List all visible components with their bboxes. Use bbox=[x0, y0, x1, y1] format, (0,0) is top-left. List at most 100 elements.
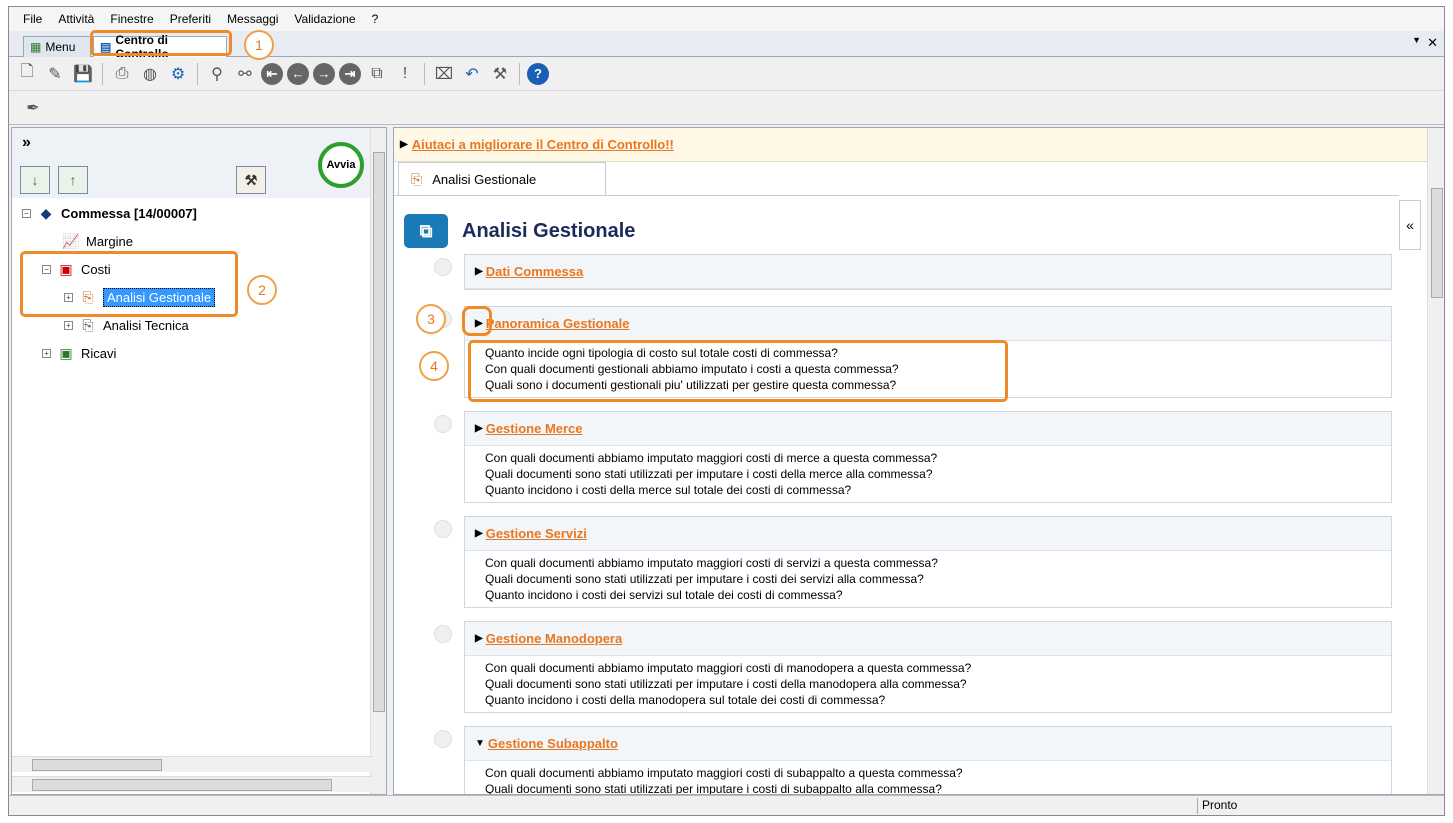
highlight-expand-arrow bbox=[462, 306, 492, 336]
avvia-button[interactable]: Avvia bbox=[318, 142, 364, 188]
callout-3: 3 bbox=[416, 304, 446, 334]
section-header[interactable]: ▶ Panoramica Gestionale bbox=[465, 307, 1391, 341]
tab-analisi-gestionale[interactable]: ⎘ Analisi Gestionale bbox=[398, 162, 606, 196]
scrollbar-thumb[interactable] bbox=[373, 152, 385, 712]
tab-menu[interactable]: ▦ Menu bbox=[23, 36, 91, 57]
menu-help[interactable]: ? bbox=[364, 12, 387, 26]
analysis-report-icon: ⎘ bbox=[411, 171, 423, 187]
tree-node-analisi-tecnica[interactable]: + ⎘ Analisi Tecnica bbox=[64, 314, 189, 336]
alert-icon[interactable]: ! bbox=[393, 62, 417, 86]
section-header[interactable]: ▶ Dati Commessa bbox=[465, 255, 1391, 289]
pen-tool-icon[interactable]: ✒ bbox=[21, 96, 45, 120]
menu-preferiti[interactable]: Preferiti bbox=[162, 12, 219, 26]
navigation-vertical-scrollbar[interactable] bbox=[370, 128, 386, 794]
content-panel: ▶ Aiutaci a migliorare il Centro di Cont… bbox=[393, 127, 1444, 795]
page-title: Analisi Gestionale bbox=[462, 219, 636, 242]
collapse-panel-button[interactable]: « bbox=[1399, 200, 1421, 250]
feedback-link[interactable]: Aiutaci a migliorare il Centro di Contro… bbox=[412, 137, 674, 152]
highlight-costi-nodes bbox=[20, 251, 238, 317]
highlight-centro-di-controllo bbox=[90, 30, 232, 56]
expand-arrow-icon: ▶ bbox=[475, 528, 483, 539]
copy-icon[interactable]: ⧉ bbox=[365, 62, 389, 86]
section-gestione-subappalto: ▼ Gestione Subappalto Con quali document… bbox=[464, 726, 1392, 795]
section-gestione-servizi: ▶ Gestione Servizi Con quali documenti a… bbox=[464, 516, 1392, 608]
section-link[interactable]: Panoramica Gestionale bbox=[486, 316, 630, 331]
navigation-horizontal-scrollbar[interactable] bbox=[12, 756, 372, 772]
toolbar-separator bbox=[197, 62, 198, 85]
section-bullet-icon bbox=[434, 520, 452, 538]
save-icon[interactable]: 💾 bbox=[71, 62, 95, 86]
question-line: Quali documenti sono stati utilizzati pe… bbox=[485, 782, 942, 795]
section-link[interactable]: Gestione Servizi bbox=[486, 526, 587, 541]
globe-icon[interactable]: ◍ bbox=[138, 62, 162, 86]
collapse-chevron-icon[interactable]: » bbox=[22, 134, 31, 152]
margin-chart-icon: 📈 bbox=[62, 232, 80, 249]
scrollbar-thumb[interactable] bbox=[32, 779, 332, 791]
expand-node-icon[interactable]: + bbox=[64, 320, 73, 330]
print-icon[interactable]: ⎙ bbox=[110, 62, 134, 86]
delete-icon[interactable]: ⌧ bbox=[432, 62, 456, 86]
section-header[interactable]: ▼ Gestione Subappalto bbox=[465, 727, 1391, 761]
first-record-icon[interactable]: ⇤ bbox=[261, 62, 283, 85]
section-questions: Con quali documenti abbiamo imputato mag… bbox=[465, 656, 1391, 712]
scrollbar-thumb[interactable] bbox=[32, 759, 162, 771]
menu-validazione[interactable]: Validazione bbox=[286, 12, 363, 26]
analisi-tecnica-label: Analisi Tecnica bbox=[103, 317, 189, 333]
question-line: Quali documenti sono stati utilizzati pe… bbox=[485, 467, 933, 481]
tab-label: Analisi Gestionale bbox=[432, 172, 537, 187]
secondary-toolbar: ✒ bbox=[9, 91, 1444, 125]
section-gestione-manodopera: ▶ Gestione Manodopera Con quali document… bbox=[464, 621, 1392, 713]
expand-node-icon[interactable]: + bbox=[42, 348, 51, 358]
question-line: Quali documenti sono stati utilizzati pe… bbox=[485, 677, 967, 691]
tool-action-button[interactable]: ⚒ bbox=[236, 166, 266, 194]
section-header[interactable]: ▶ Gestione Servizi bbox=[465, 517, 1391, 551]
commessa-label: Commessa [14/00007] bbox=[61, 205, 197, 221]
tab-list-dropdown-icon[interactable]: ▼ bbox=[1412, 35, 1421, 51]
section-link[interactable]: Gestione Merce bbox=[486, 421, 583, 436]
tree-node-ricavi[interactable]: + ▣ Ricavi bbox=[42, 342, 116, 364]
section-header[interactable]: ▶ Gestione Merce bbox=[465, 412, 1391, 446]
binoculars-icon[interactable]: ⚯ bbox=[233, 62, 257, 86]
page-header: ⧉ Analisi Gestionale bbox=[404, 214, 635, 248]
callout-1: 1 bbox=[244, 30, 274, 60]
question-line: Quanto incidono i costi della merce sul … bbox=[485, 483, 852, 497]
new-document-icon[interactable]: 🗋 bbox=[15, 62, 39, 86]
menu-bar: File Attività Finestre Preferiti Messagg… bbox=[9, 7, 1444, 31]
menu-attivita[interactable]: Attività bbox=[50, 12, 102, 26]
help-icon[interactable]: ? bbox=[527, 62, 549, 85]
edit-document-icon[interactable]: ✎ bbox=[43, 62, 67, 86]
collapse-all-button[interactable]: ↑ bbox=[58, 166, 88, 194]
navigation-horizontal-scrollbar-2[interactable] bbox=[12, 776, 372, 792]
toolbar-separator bbox=[102, 62, 103, 85]
analysis-puzzle-icon: ⧉ bbox=[404, 214, 448, 248]
navigation-header: » ↓ ↑ ⚒ Avvia bbox=[12, 128, 372, 198]
previous-record-icon[interactable]: ← bbox=[287, 62, 309, 85]
app-window: File Attività Finestre Preferiti Messagg… bbox=[8, 6, 1445, 816]
question-line: Con quali documenti abbiamo imputato mag… bbox=[485, 766, 963, 780]
next-record-icon[interactable]: → bbox=[313, 62, 335, 85]
tree-node-margine[interactable]: 📈 Margine bbox=[60, 230, 133, 252]
search-icon[interactable]: ⚲ bbox=[205, 62, 229, 86]
ricavi-label: Ricavi bbox=[81, 345, 117, 361]
expand-arrow-icon: ▶ bbox=[400, 139, 408, 150]
expand-all-button[interactable]: ↓ bbox=[20, 166, 50, 194]
menu-finestre[interactable]: Finestre bbox=[102, 12, 161, 26]
settings-icon[interactable]: ⚙ bbox=[166, 62, 190, 86]
close-tab-icon[interactable]: ✕ bbox=[1427, 35, 1438, 51]
section-link[interactable]: Gestione Subappalto bbox=[488, 736, 618, 751]
status-text: Pronto bbox=[1197, 798, 1272, 814]
cube-icon: ◆ bbox=[40, 204, 52, 221]
collapse-node-icon[interactable]: − bbox=[22, 208, 31, 218]
menu-file[interactable]: File bbox=[15, 12, 50, 26]
scrollbar-thumb[interactable] bbox=[1431, 188, 1443, 298]
section-link[interactable]: Gestione Manodopera bbox=[486, 631, 623, 646]
menu-messaggi[interactable]: Messaggi bbox=[219, 12, 286, 26]
tree-node-commessa[interactable]: − ◆ Commessa [14/00007] bbox=[22, 202, 197, 224]
tools-icon[interactable]: ⚒ bbox=[488, 62, 512, 86]
section-link[interactable]: Dati Commessa bbox=[486, 264, 584, 279]
menu-tab-icon: ▦ bbox=[30, 40, 42, 54]
last-record-icon[interactable]: ⇥ bbox=[339, 62, 361, 85]
undo-icon[interactable]: ↶ bbox=[460, 62, 484, 86]
content-vertical-scrollbar[interactable] bbox=[1427, 128, 1444, 794]
section-header[interactable]: ▶ Gestione Manodopera bbox=[465, 622, 1391, 656]
